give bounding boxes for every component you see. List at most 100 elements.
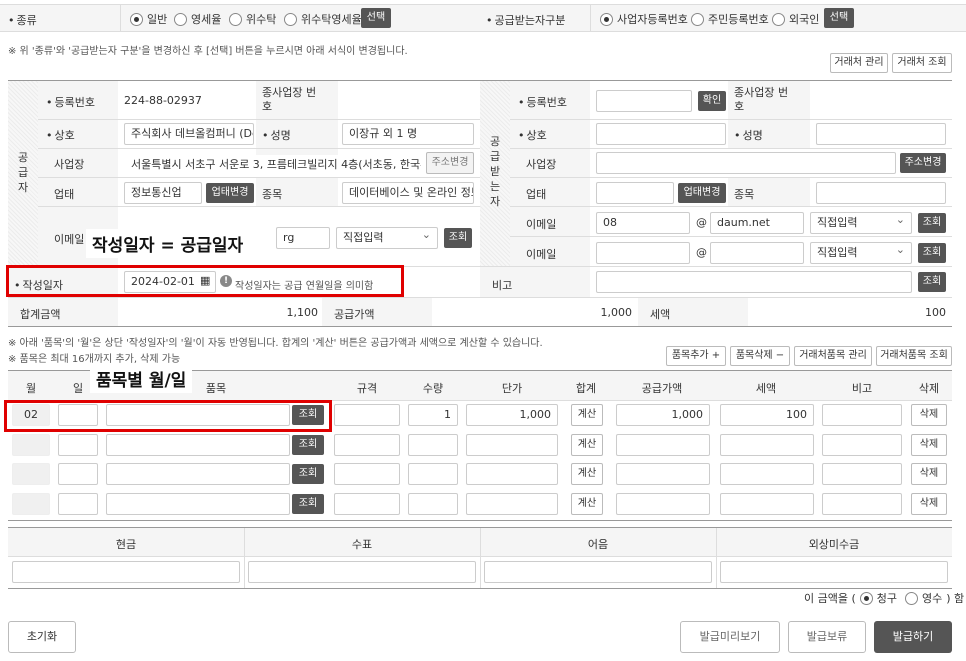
claim-radio-receipt[interactable]: 영수	[905, 590, 942, 606]
issue-hold-button[interactable]: 발급보류	[788, 621, 866, 653]
recipient-email1-select[interactable]: 직접입력	[810, 212, 912, 234]
item-month-input[interactable]	[12, 463, 50, 485]
type-radio-general[interactable]: 일반	[130, 11, 167, 27]
partner-items-search-button[interactable]: 거래처품목 조회	[876, 346, 952, 366]
item-name-input[interactable]	[106, 492, 290, 515]
item-price-input[interactable]	[466, 433, 558, 456]
item-note-input[interactable]	[822, 433, 902, 456]
issue-preview-button[interactable]: 발급미리보기	[680, 621, 780, 653]
item-price-input[interactable]	[466, 463, 558, 485]
item-lookup-button[interactable]: 조회	[292, 434, 324, 455]
item-calc-button[interactable]: 계산	[571, 492, 603, 515]
recipient-email2-lookup-button[interactable]: 조회	[918, 243, 946, 263]
recipient-ceo-input[interactable]	[816, 123, 946, 145]
type-radio-zero[interactable]: 영세율	[174, 11, 221, 27]
type-select-button[interactable]: 선택	[361, 8, 391, 28]
recipient-addr-change-button[interactable]: 주소변경	[900, 153, 946, 173]
item-qty-input[interactable]	[408, 433, 458, 456]
item-calc-button[interactable]: 계산	[571, 404, 603, 426]
item-name-input[interactable]	[106, 463, 290, 485]
issue-button[interactable]: 발급하기	[874, 621, 952, 653]
supplier-email-select[interactable]: 직접입력	[336, 227, 438, 249]
partner-items-manage-button[interactable]: 거래처품목 관리	[794, 346, 872, 366]
row-line	[38, 148, 480, 149]
item-delete-button[interactable]: 삭제	[911, 404, 947, 426]
recipient-select-button[interactable]: 선택	[824, 8, 854, 28]
item-price-input[interactable]	[466, 492, 558, 515]
item-spec-input[interactable]	[334, 433, 400, 456]
type-radio-consign[interactable]: 위수탁	[229, 11, 276, 27]
payment-input[interactable]	[484, 561, 712, 583]
item-supply-input[interactable]	[616, 433, 710, 456]
item-month-input[interactable]	[12, 492, 50, 515]
claim-suffix: ) 함	[946, 592, 965, 605]
partner-manage-button[interactable]: 거래처 관리	[830, 53, 888, 73]
item-name-input[interactable]	[106, 433, 290, 456]
recipient-email2-id-input[interactable]	[596, 242, 690, 264]
supplier-email-domain-input[interactable]: rg	[276, 227, 330, 249]
recipient-email2-domain-input[interactable]	[710, 242, 804, 264]
recipient-email1-domain-input[interactable]: daum.net	[710, 212, 804, 234]
remark-lookup-button[interactable]: 조회	[918, 272, 946, 292]
item-qty-input[interactable]	[408, 492, 458, 515]
item-qty-input[interactable]	[408, 463, 458, 485]
recipient-radio-foreign[interactable]: 외국인	[772, 11, 819, 27]
supplier-biztype-input[interactable]: 정보통신업	[124, 182, 202, 204]
supplier-addr-change-button[interactable]: 주소변경	[426, 152, 474, 174]
item-supply-input[interactable]	[616, 463, 710, 485]
item-day-input[interactable]	[58, 433, 98, 456]
item-lookup-button[interactable]: 조회	[292, 464, 324, 484]
item-note-input[interactable]	[822, 463, 902, 485]
item-tax-input[interactable]: 100	[720, 404, 814, 426]
item-spec-input[interactable]	[334, 404, 400, 426]
item-delete-button[interactable]: 삭제	[911, 463, 947, 485]
partner-search-button[interactable]: 거래처 조회	[892, 53, 952, 73]
recipient-radio-biz[interactable]: 사업자등록번호	[600, 11, 688, 27]
remark-input[interactable]	[596, 271, 912, 293]
delete-item-button[interactable]: 품목삭제 −	[730, 346, 790, 366]
supplier-name-input[interactable]: 주식회사 데브올컴퍼니 (Dev	[124, 123, 254, 145]
item-supply-input[interactable]: 1,000	[616, 404, 710, 426]
supplier-biztype-change-button[interactable]: 업태변경	[206, 183, 254, 203]
supplier-email-lookup-button[interactable]: 조회	[444, 228, 472, 248]
recipient-biztype-change-button[interactable]: 업태변경	[678, 183, 726, 203]
item-tax-input[interactable]	[720, 433, 814, 456]
item-note-input[interactable]	[822, 404, 902, 426]
reset-button[interactable]: 초기화	[8, 621, 76, 653]
item-day-input[interactable]	[58, 463, 98, 485]
item-calc-button[interactable]: 계산	[571, 433, 603, 456]
recipient-addr-input[interactable]	[596, 152, 896, 174]
recipient-regno-confirm-button[interactable]: 확인	[698, 91, 726, 111]
row-line	[510, 206, 952, 207]
recipient-regno-input[interactable]	[596, 90, 692, 112]
recipient-email1-lookup-button[interactable]: 조회	[918, 213, 946, 233]
recipient-name-input[interactable]	[596, 123, 726, 145]
recipient-email2-select[interactable]: 직접입력	[810, 242, 912, 264]
payment-input[interactable]	[12, 561, 240, 583]
item-qty-input[interactable]: 1	[408, 404, 458, 426]
claim-radio-invoice[interactable]: 청구	[859, 590, 897, 606]
item-calc-button[interactable]: 계산	[571, 463, 603, 485]
item-spec-input[interactable]	[334, 492, 400, 515]
item-delete-button[interactable]: 삭제	[911, 433, 947, 456]
item-tax-input[interactable]	[720, 463, 814, 485]
supplier-item-input[interactable]: 데이터베이스 및 온라인 정보	[342, 182, 474, 204]
recipient-biztype-input[interactable]	[596, 182, 674, 204]
add-item-button[interactable]: 품목추가 +	[666, 346, 726, 366]
item-tax-input[interactable]	[720, 492, 814, 515]
item-price-input[interactable]: 1,000	[466, 404, 558, 426]
item-delete-button[interactable]: 삭제	[911, 492, 947, 515]
recipient-radio-resident[interactable]: 주민등록번호	[691, 11, 769, 27]
item-day-input[interactable]	[58, 492, 98, 515]
item-lookup-button[interactable]: 조회	[292, 493, 324, 514]
item-spec-input[interactable]	[334, 463, 400, 485]
supplier-ceo-input[interactable]: 이장규 외 1 명	[342, 123, 474, 145]
recipient-item-input[interactable]	[816, 182, 946, 204]
item-supply-input[interactable]	[616, 492, 710, 515]
item-note-input[interactable]	[822, 492, 902, 515]
recipient-email1-id-input[interactable]: 08	[596, 212, 690, 234]
item-month-input[interactable]	[12, 433, 50, 456]
payment-input[interactable]	[248, 561, 476, 583]
payment-input[interactable]	[720, 561, 948, 583]
type-radio-consign-zero[interactable]: 위수탁영세율	[284, 11, 362, 27]
